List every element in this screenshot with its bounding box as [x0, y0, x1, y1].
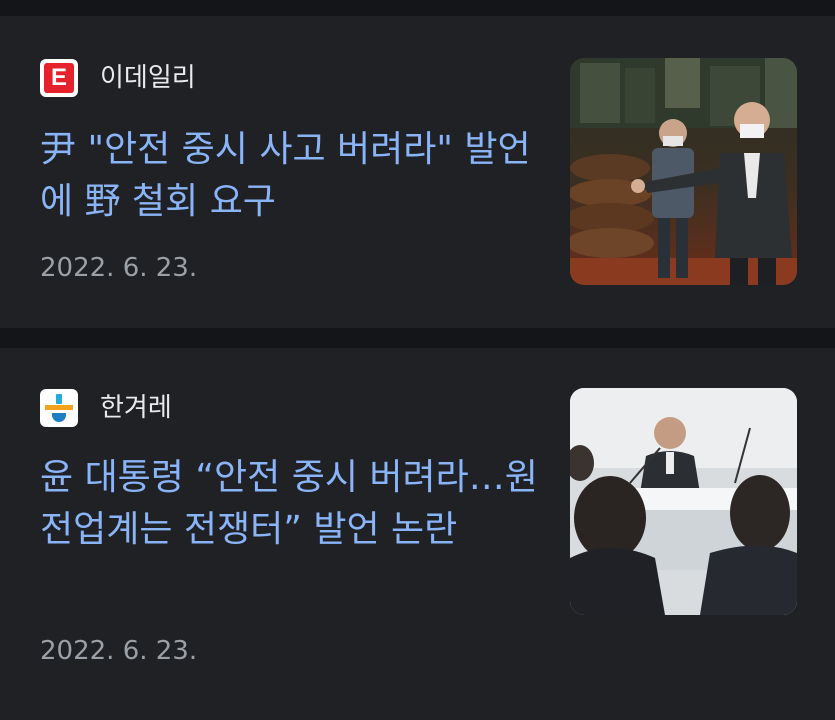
- source-name: 한겨레: [100, 393, 172, 423]
- edaily-logo-letter: E: [44, 63, 74, 93]
- article-thumbnail[interactable]: [570, 388, 797, 615]
- headline-link[interactable]: 尹 "안전 중시 사고 버려라" 발언에 野 철회 요구: [40, 124, 540, 228]
- hankyoreh-logo-icon: [40, 389, 78, 427]
- article-thumbnail[interactable]: [570, 58, 797, 285]
- news-card[interactable]: 한겨레 윤 대통령 “안전 중시 버려라…원전업계는 전쟁터” 발언 논란 20…: [0, 348, 835, 720]
- publish-date: 2022. 6. 23.: [40, 636, 198, 666]
- edaily-logo-icon: E: [40, 59, 78, 97]
- news-feed: E 이데일리 尹 "안전 중시 사고 버려라" 발언에 野 철회 요구 2022…: [0, 0, 835, 720]
- publish-date: 2022. 6. 23.: [40, 253, 198, 283]
- news-source: 한겨레: [40, 388, 172, 428]
- news-source: E 이데일리: [40, 58, 196, 98]
- news-card[interactable]: E 이데일리 尹 "안전 중시 사고 버려라" 발언에 野 철회 요구 2022…: [0, 16, 835, 328]
- headline-link[interactable]: 윤 대통령 “안전 중시 버려라…원전업계는 전쟁터” 발언 논란: [40, 452, 540, 556]
- source-name: 이데일리: [100, 63, 196, 93]
